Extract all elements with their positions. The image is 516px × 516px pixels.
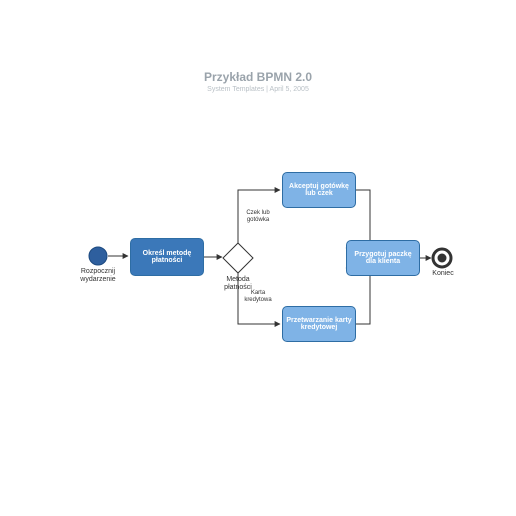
end-event [433, 249, 451, 267]
task-prepare-package: Przygotuj paczkędla klienta [346, 240, 420, 276]
task-accept-cash: Akceptuj gotówkęlub czek [282, 172, 356, 208]
start-event-label: Rozpocznijwydarzenie [74, 268, 122, 284]
bpmn-canvas: Przykład BPMN 2.0 System Templates | Apr… [0, 0, 516, 516]
start-event [89, 247, 107, 265]
task-process-card: Przetwarzanie kartykredytowej [282, 306, 356, 342]
gateway-diamond [223, 243, 253, 273]
task-define-payment: Określ metodępłatności [130, 238, 204, 276]
end-event-label: Koniec [430, 270, 456, 278]
diagram-svg [0, 0, 516, 516]
branch-bottom-label: Kartakredytowa [240, 290, 276, 304]
branch-top-label: Czek lubgotówka [240, 210, 276, 224]
